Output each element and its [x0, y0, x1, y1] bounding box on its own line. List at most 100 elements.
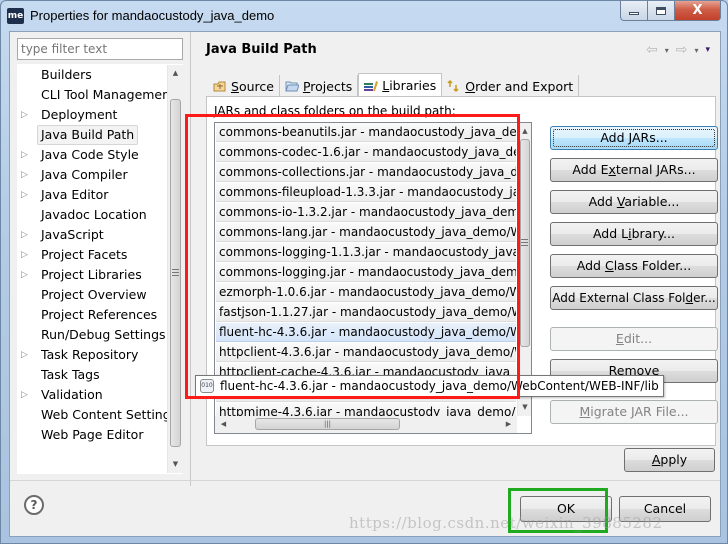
tree-item[interactable]: ▷ Deployment — [18, 105, 168, 125]
tree-item[interactable]: Project References — [18, 305, 168, 325]
tree-item-label: Deployment — [41, 107, 118, 122]
tree-item[interactable]: CLI Tool Management — [18, 85, 168, 105]
back-dropdown-icon[interactable]: ▾ — [665, 46, 669, 55]
expand-arrow-icon[interactable]: ▷ — [21, 185, 31, 205]
tree-item-label: Java Editor — [41, 187, 109, 202]
tree-item-label: Java Code Style — [41, 147, 139, 162]
tree-item[interactable]: ▷ Project Facets — [18, 245, 168, 265]
add-variable-button[interactable]: Add Variable... — [550, 190, 718, 214]
tree-item[interactable]: Web Content Settings — [18, 405, 168, 425]
tab-libraries[interactable]: Libraries — [358, 73, 443, 97]
tree-vertical-scrollbar[interactable]: ▲ ▼ — [167, 65, 183, 473]
jar-list-item[interactable]: commons-logging-1.1.3.jar - mandaocustod… — [216, 243, 516, 262]
tab-source[interactable]: Source — [208, 75, 280, 97]
edit-button[interactable]: Edit... — [550, 327, 718, 351]
add-external-class-folder-button[interactable]: Add External Class Folder... — [550, 286, 718, 310]
window-title: Properties for mandaocustody_java_demo — [30, 8, 275, 23]
tree-item[interactable]: Web Page Editor — [18, 425, 168, 445]
tree-item[interactable]: ▷ JavaScript — [18, 225, 168, 245]
tab-label-rest: ource — [238, 78, 274, 94]
tree-item[interactable]: Java Build Path — [18, 125, 168, 145]
jar-list-vertical-scrollbar[interactable]: ▲ ▼ — [517, 123, 531, 416]
mnemonic: S — [231, 78, 239, 94]
add-jars-button[interactable]: Add JARs... — [550, 126, 718, 150]
jar-list-item[interactable]: commons-fileupload-1.3.3.jar - mandaocus… — [216, 183, 516, 202]
horizontal-scrollbar-thumb[interactable]: ||| — [255, 418, 400, 430]
scroll-right-arrow-icon[interactable]: ▶ — [500, 416, 517, 433]
jar-list-item[interactable]: commons-beanutils.jar - mandaocustody_ja… — [216, 123, 516, 142]
jar-list-item[interactable]: commons-lang.jar - mandaocustody_java_de… — [216, 223, 516, 242]
jar-list-item[interactable]: fastjson-1.1.27.jar - mandaocustody_java… — [216, 303, 516, 322]
tree-item[interactable]: Run/Debug Settings — [18, 325, 168, 345]
migrate-jar-file-button[interactable]: Migrate JAR File... — [550, 400, 718, 424]
jar-list-item[interactable]: commons-logging.jar - mandaocustody_java… — [216, 263, 516, 282]
jar-list-item[interactable]: commons-codec-1.6.jar - mandaocustody_ja… — [216, 143, 516, 162]
tab-label-rest: rojects — [310, 78, 353, 94]
focus-ring — [553, 129, 715, 147]
tree-item[interactable]: ▷ Validation — [18, 385, 168, 405]
btn-text: pply — [660, 452, 688, 467]
watermark: https://blog.csdn.net/weixin_39885282 — [349, 514, 663, 532]
tree-item[interactable]: Project Overview — [18, 285, 168, 305]
tree-item[interactable]: ▷ Java Editor — [18, 185, 168, 205]
add-class-folder-button[interactable]: Add Class Folder... — [550, 254, 718, 278]
expand-arrow-icon[interactable]: ▷ — [21, 105, 31, 125]
expand-arrow-icon[interactable]: ▷ — [21, 245, 31, 265]
close-button[interactable]: X — [675, 1, 721, 21]
jar-list-item[interactable]: ezmorph-1.0.6.jar - mandaocustody_java_d… — [216, 283, 516, 302]
jar-tooltip: 010 fluent-hc-4.3.6.jar - mandaocustody_… — [195, 375, 664, 397]
scroll-left-arrow-icon[interactable]: ◀ — [215, 416, 232, 433]
btn-text: Add — [588, 194, 617, 209]
apply-button[interactable]: Apply — [624, 448, 715, 472]
btn-text: ternal JARs... — [615, 162, 696, 177]
tab-order-and-export[interactable]: Order and Export — [442, 75, 580, 97]
scrollbar-thumb[interactable] — [520, 139, 530, 347]
forward-arrow-icon[interactable]: ⇨ — [676, 42, 688, 58]
forward-dropdown-icon[interactable]: ▾ — [694, 46, 698, 55]
tree-item[interactable]: ▷ Task Repository — [18, 345, 168, 365]
jar-list-item[interactable]: fluent-hc-4.3.6.jar - mandaocustody_java… — [216, 323, 516, 342]
help-icon[interactable]: ? — [24, 495, 44, 515]
expand-arrow-icon[interactable]: ▷ — [21, 145, 31, 165]
scrollbar-thumb[interactable] — [170, 99, 181, 447]
mnemonic: O — [465, 78, 476, 94]
tree-item[interactable]: ▷ Java Code Style — [18, 145, 168, 165]
mnemonic: E — [615, 331, 624, 346]
tree-item[interactable]: ▷ Project Libraries — [18, 265, 168, 285]
jar-list-item[interactable]: commons-collections.jar - mandaocustody_… — [216, 163, 516, 182]
pane-divider[interactable] — [190, 32, 191, 486]
tree-item-label: Validation — [41, 387, 103, 402]
tree-item[interactable]: ▷ Java Compiler — [18, 165, 168, 185]
minimize-button[interactable] — [620, 1, 648, 21]
back-arrow-icon[interactable]: ⇦ — [646, 42, 658, 58]
tab-projects[interactable]: Projects — [279, 75, 359, 97]
expand-arrow-icon[interactable]: ▷ — [21, 345, 31, 365]
tree-item-label: Task Tags — [41, 367, 100, 382]
maximize-button[interactable] — [648, 1, 675, 21]
jar-list-item[interactable]: httpclient-4.3.6.jar - mandaocustody_jav… — [216, 343, 516, 362]
expand-arrow-icon[interactable]: ▷ — [21, 225, 31, 245]
add-library-button[interactable]: Add Library... — [550, 222, 718, 246]
expand-arrow-icon[interactable]: ▷ — [21, 265, 31, 285]
tree-item[interactable]: Javadoc Location — [18, 205, 168, 225]
tab-order-label: Order and Export — [465, 79, 573, 94]
view-menu-icon[interactable]: ▾ — [705, 45, 710, 55]
btn-text: lass Folder... — [613, 258, 692, 273]
expand-arrow-icon[interactable]: ▷ — [21, 165, 31, 185]
jar-list-horizontal-scrollbar[interactable]: ◀ ||| ▶ — [215, 416, 517, 433]
scroll-up-arrow-icon[interactable]: ▲ — [168, 65, 183, 82]
tab-label-rest: rder and Export — [475, 78, 574, 94]
scroll-down-arrow-icon[interactable]: ▼ — [518, 399, 531, 416]
scroll-up-arrow-icon[interactable]: ▲ — [518, 123, 531, 140]
expand-arrow-icon[interactable]: ▷ — [21, 385, 31, 405]
scroll-down-arrow-icon[interactable]: ▼ — [168, 456, 183, 473]
tab-libraries-label: Libraries — [382, 78, 436, 93]
title-bar[interactable]: me Properties for mandaocustody_java_dem… — [1, 1, 727, 31]
order-export-icon — [447, 79, 461, 93]
tree-item[interactable]: Task Tags — [18, 365, 168, 385]
add-external-jars-button[interactable]: Add External JARs... — [550, 158, 718, 182]
filter-input[interactable] — [17, 38, 183, 60]
jar-list-item[interactable]: commons-io-1.3.2.jar - mandaocustody_jav… — [216, 203, 516, 222]
tree-item[interactable]: Builders — [18, 65, 168, 85]
mnemonic: x — [608, 162, 616, 177]
